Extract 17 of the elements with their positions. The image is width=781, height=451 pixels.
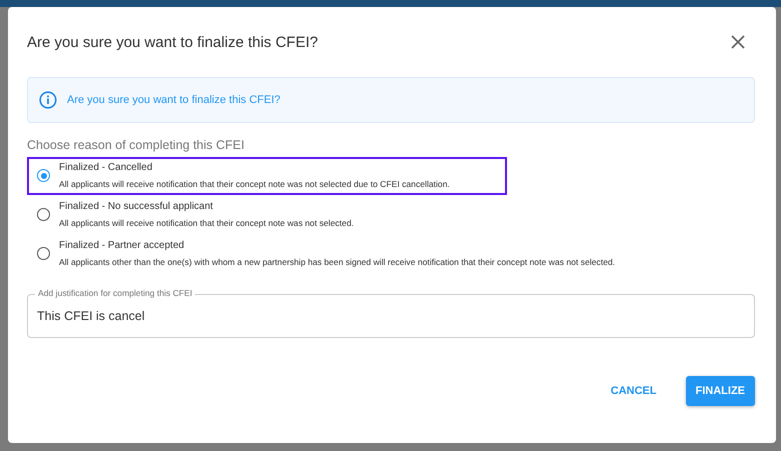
option-label[interactable]: Finalized - Cancelled bbox=[59, 162, 450, 173]
radio-button[interactable] bbox=[37, 169, 50, 182]
option-description: All applicants other than the one(s) with whom a new partnership has been signed will receive notification that their concept note was not selected. bbox=[59, 257, 616, 267]
option-label[interactable]: Finalized - No successful applicant bbox=[59, 201, 354, 212]
field-label: Add justification for completing this CFEI bbox=[35, 288, 196, 298]
radio-button[interactable] bbox=[37, 208, 50, 221]
option-description: All applicants will receive notification that their concept note was not selected due to CFEI cancellation. bbox=[59, 179, 450, 189]
text-input[interactable]: This CFEI is cancel bbox=[37, 309, 745, 323]
info-icon bbox=[39, 91, 57, 109]
option-label[interactable]: Finalized - Partner accepted bbox=[59, 240, 616, 251]
radio-button[interactable] bbox=[37, 247, 50, 260]
option-description: All applicants will receive notification that their concept note was not selected. bbox=[59, 218, 354, 228]
close-icon[interactable] bbox=[731, 35, 745, 49]
dialog-title: Are you sure you want to finalize this CFEI? bbox=[27, 34, 318, 50]
info-message: Are you sure you want to finalize this CFEI? bbox=[67, 94, 280, 106]
justification-field[interactable]: Add justification for completing this CFEI This CFEI is cancel bbox=[27, 287, 755, 338]
reason-label: Choose reason of completing this CFEI bbox=[27, 138, 246, 152]
